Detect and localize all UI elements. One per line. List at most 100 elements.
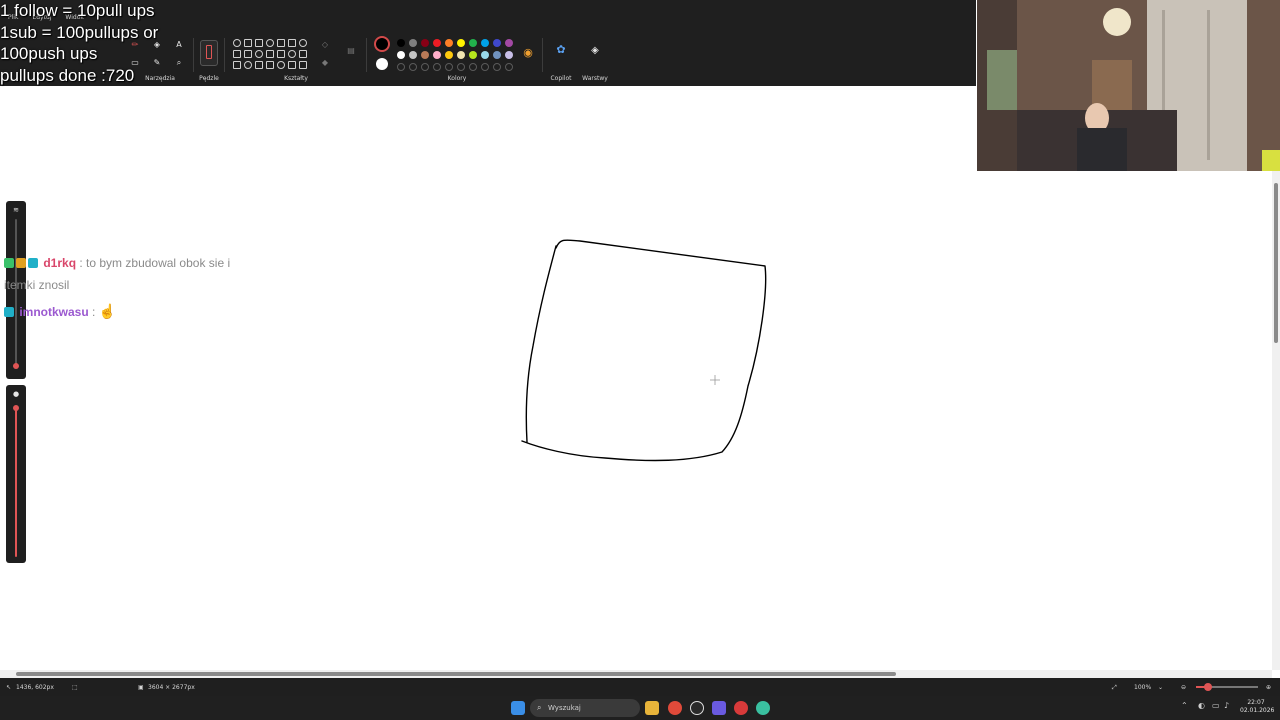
custom-color-slot[interactable]	[433, 63, 441, 71]
color-swatch[interactable]	[481, 51, 489, 59]
shape-option[interactable]	[266, 61, 274, 69]
chrome-icon[interactable]	[668, 701, 682, 715]
color-swatch[interactable]	[445, 51, 453, 59]
zoom-slider-knob[interactable]	[1204, 683, 1213, 691]
shape-option[interactable]	[244, 61, 252, 69]
custom-color-slot[interactable]	[409, 63, 417, 71]
shape-option[interactable]	[299, 50, 307, 58]
scroll-thumb[interactable]	[1274, 183, 1278, 343]
tray-chevron-icon[interactable]: ⌃	[1181, 701, 1188, 710]
shape-option[interactable]	[288, 50, 296, 58]
tray-app-icon[interactable]: ◐	[1198, 701, 1205, 710]
shape-option[interactable]	[277, 50, 285, 58]
color-swatch[interactable]	[421, 39, 429, 47]
volume-icon[interactable]: ♪	[1224, 701, 1229, 710]
cursor-position: 1436, 602px	[16, 684, 54, 691]
zoom-value[interactable]: 100%	[1134, 684, 1151, 691]
shape-fill-icon[interactable]: ◆	[320, 58, 330, 68]
color-swatch[interactable]	[505, 39, 513, 47]
group-label-brushes: Pędzle	[199, 75, 219, 82]
color-swatch[interactable]	[457, 51, 465, 59]
search-placeholder: Wyszukaj	[548, 704, 581, 712]
selection-icon: ⬚	[72, 684, 78, 691]
shape-option[interactable]	[244, 50, 252, 58]
vertical-scrollbar[interactable]	[1272, 171, 1280, 670]
shape-option[interactable]	[299, 39, 307, 47]
shape-outline-icon[interactable]: ◇	[320, 40, 330, 50]
taskbar-search[interactable]: ⌕ Wyszukaj	[530, 699, 640, 717]
color-swatch[interactable]	[493, 39, 501, 47]
color-swatch[interactable]	[409, 39, 417, 47]
color-swatch[interactable]	[421, 51, 429, 59]
custom-color-slot[interactable]	[469, 63, 477, 71]
windows-start-icon[interactable]	[511, 701, 525, 715]
color-swatch[interactable]	[433, 51, 441, 59]
custom-color-slot[interactable]	[445, 63, 453, 71]
scroll-thumb[interactable]	[16, 672, 896, 676]
app-icon[interactable]	[734, 701, 748, 715]
text-icon[interactable]: A	[174, 40, 184, 50]
magnifier-icon[interactable]: ⌕	[174, 58, 184, 68]
zoom-slider[interactable]	[1196, 683, 1258, 691]
color-swatch[interactable]	[469, 39, 477, 47]
zoom-dropdown-icon[interactable]: ⌄	[1158, 684, 1163, 691]
paint-app-icon[interactable]	[756, 701, 770, 715]
shape-option[interactable]	[244, 39, 252, 47]
shape-size-icon[interactable]: ▤	[346, 46, 356, 56]
zoom-out-icon[interactable]: ⊖	[1181, 684, 1186, 691]
network-icon[interactable]: ▭	[1212, 701, 1220, 710]
shape-option[interactable]	[233, 50, 241, 58]
custom-color-slot[interactable]	[397, 63, 405, 71]
discord-icon[interactable]	[712, 701, 726, 715]
horizontal-scrollbar[interactable]	[0, 670, 1272, 678]
ribbon-divider	[224, 38, 225, 72]
zoom-in-icon[interactable]: ⊕	[1266, 684, 1271, 691]
custom-color-slot[interactable]	[481, 63, 489, 71]
layers-icon[interactable]: ◈	[590, 46, 600, 56]
color-swatch[interactable]	[445, 39, 453, 47]
shape-option[interactable]	[266, 50, 274, 58]
shape-option[interactable]	[277, 39, 285, 47]
brush-icon[interactable]	[200, 40, 218, 66]
group-label-layers: Warstwy	[582, 75, 608, 82]
shape-option[interactable]	[288, 39, 296, 47]
obs-icon[interactable]	[690, 701, 704, 715]
overlay-line: 1sub = 100pullups or	[0, 22, 159, 42]
custom-color-slot[interactable]	[493, 63, 501, 71]
shape-option[interactable]	[233, 61, 241, 69]
color-swatch[interactable]	[493, 51, 501, 59]
shape-option[interactable]	[266, 39, 274, 47]
shape-option[interactable]	[255, 50, 263, 58]
overlay-line: pullups done :720	[0, 65, 135, 85]
edit-colors-icon[interactable]: ◉	[523, 47, 533, 58]
shape-option[interactable]	[255, 61, 263, 69]
file-explorer-icon[interactable]	[645, 701, 659, 715]
search-icon: ⌕	[537, 703, 542, 712]
custom-color-slot[interactable]	[421, 63, 429, 71]
taskbar-clock[interactable]: 22:07 02.01.2026	[1240, 699, 1274, 715]
shape-option[interactable]	[299, 61, 307, 69]
color-swatch[interactable]	[469, 51, 477, 59]
ribbon-divider	[366, 38, 367, 72]
color-swatch[interactable]	[505, 51, 513, 59]
color-swatch[interactable]	[433, 39, 441, 47]
cursor-icon: ↖	[6, 684, 12, 691]
copilot-icon[interactable]: ✿	[556, 44, 566, 55]
custom-color-slot[interactable]	[457, 63, 465, 71]
shape-option[interactable]	[277, 61, 285, 69]
shape-option[interactable]	[288, 61, 296, 69]
color-swatch[interactable]	[397, 51, 405, 59]
drawn-shape	[521, 239, 767, 462]
paint-canvas[interactable]	[0, 86, 1280, 670]
custom-color-slot[interactable]	[505, 63, 513, 71]
shape-option[interactable]	[255, 39, 263, 47]
crosshair-cursor-icon	[710, 375, 720, 385]
color-swatch[interactable]	[397, 39, 405, 47]
secondary-color-swatch[interactable]	[376, 58, 388, 70]
shape-option[interactable]	[233, 39, 241, 47]
color-swatch[interactable]	[481, 39, 489, 47]
color-swatch[interactable]	[457, 39, 465, 47]
primary-color-swatch[interactable]	[376, 38, 388, 50]
color-swatch[interactable]	[409, 51, 417, 59]
fit-to-window-icon[interactable]: ⤢	[1112, 684, 1117, 692]
